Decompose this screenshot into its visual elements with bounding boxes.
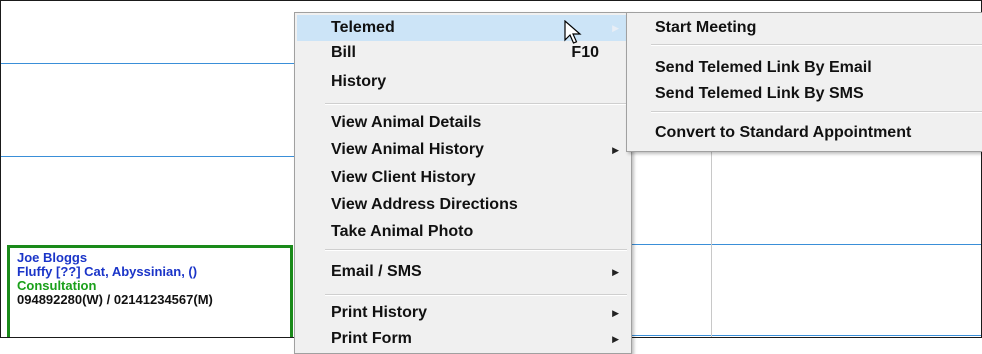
menu-item-convert-standard[interactable]: Convert to Standard Appointment (629, 120, 982, 146)
appointment-phone: 094892280(W) / 02141234567(M) (17, 293, 213, 307)
menu-item-label: View Animal Details (331, 114, 482, 131)
menu-item-history[interactable]: History (297, 69, 629, 95)
submenu-arrow-icon: ▶ (612, 267, 619, 277)
menu-item-label: View Animal History (331, 141, 484, 158)
menu-item-email-sms[interactable]: Email / SMS ▶ (297, 259, 629, 285)
menu-item-label: Send Telemed Link By Email (655, 59, 872, 76)
menu-item-view-address-directions[interactable]: View Address Directions (297, 192, 629, 218)
menu-item-label: Email / SMS (331, 263, 422, 280)
menu-item-view-animal-history[interactable]: View Animal History ▶ (297, 137, 629, 163)
menu-item-take-animal-photo[interactable]: Take Animal Photo (297, 219, 629, 245)
menu-item-print-form[interactable]: Print Form ▶ (297, 326, 629, 352)
submenu-arrow-icon: ▶ (612, 23, 619, 33)
menu-item-send-link-email[interactable]: Send Telemed Link By Email (629, 55, 982, 81)
menu-item-label: Convert to Standard Appointment (655, 124, 912, 141)
menu-separator (325, 103, 627, 105)
menu-separator (651, 111, 982, 113)
submenu-arrow-icon: ▶ (612, 334, 619, 344)
telemed-submenu: Start Meeting Send Telemed Link By Email… (626, 12, 982, 152)
menu-item-label: Start Meeting (655, 19, 757, 36)
menu-item-label: Print History (331, 304, 428, 321)
menu-item-label: View Address Directions (331, 196, 518, 213)
grid-column-divider (711, 151, 712, 337)
menu-separator (325, 249, 627, 251)
appointment-client-name: Joe Bloggs (17, 251, 88, 265)
grid-line (627, 335, 981, 336)
appointment-type: Consultation (17, 279, 97, 293)
menu-separator (651, 44, 982, 46)
menu-item-label: Bill (331, 44, 356, 61)
menu-item-label: Take Animal Photo (331, 223, 474, 240)
mouse-cursor-icon (564, 20, 582, 44)
grid-line (1, 63, 297, 64)
submenu-arrow-icon: ▶ (612, 145, 619, 155)
menu-item-send-link-sms[interactable]: Send Telemed Link By SMS (629, 81, 982, 107)
context-menu: Telemed ▶ Bill F10 History View Animal D… (294, 12, 632, 354)
menu-item-view-animal-details[interactable]: View Animal Details (297, 110, 629, 136)
appointment-patient: Fluffy [??] Cat, Abyssinian, () (17, 265, 198, 279)
appointment-card[interactable]: Joe Bloggs Fluffy [??] Cat, Abyssinian, … (7, 245, 293, 337)
menu-item-label: Print Form (331, 330, 412, 347)
menu-item-view-client-history[interactable]: View Client History (297, 165, 629, 191)
menu-item-label: History (331, 73, 387, 90)
menu-item-label: View Client History (331, 169, 476, 186)
menu-separator (325, 294, 627, 296)
grid-line (627, 244, 981, 245)
menu-item-label: Telemed (331, 19, 395, 36)
menu-item-print-history[interactable]: Print History ▶ (297, 300, 629, 326)
menu-item-start-meeting[interactable]: Start Meeting (629, 15, 982, 41)
submenu-arrow-icon: ▶ (612, 308, 619, 318)
grid-line (1, 156, 297, 157)
menu-item-label: Send Telemed Link By SMS (655, 85, 864, 102)
